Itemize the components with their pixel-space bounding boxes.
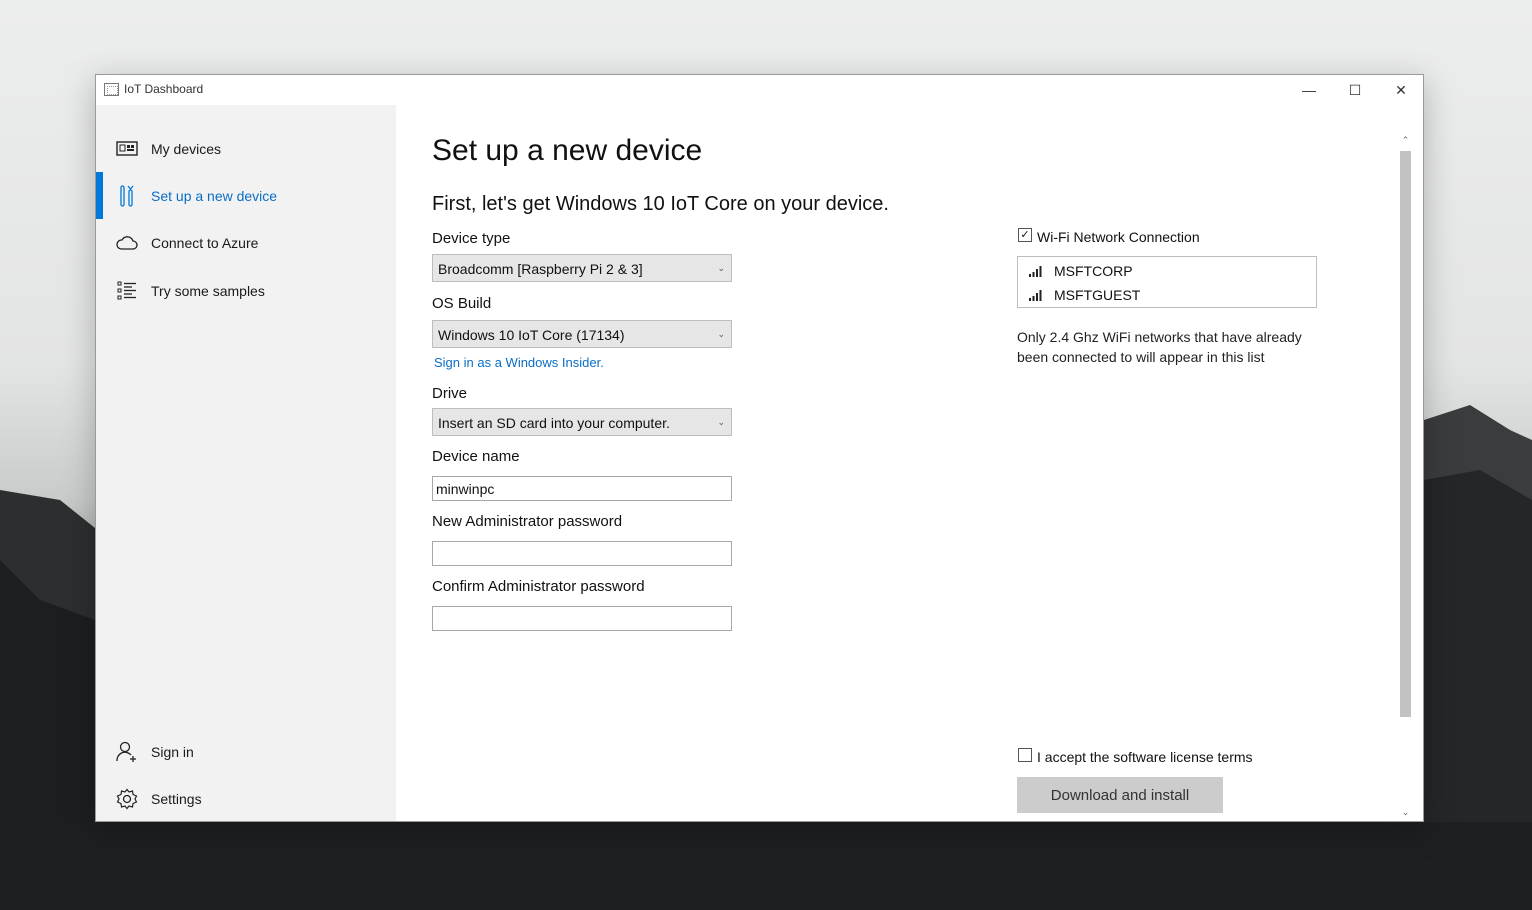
wifi-network-name: MSFTCORP bbox=[1054, 263, 1133, 279]
sidebar-nav: My devices Set up a new device Connect t… bbox=[96, 105, 396, 821]
minimize-button[interactable]: — bbox=[1286, 75, 1332, 105]
close-button[interactable]: ✕ bbox=[1378, 75, 1423, 105]
scroll-up-icon[interactable]: ⌃ bbox=[1397, 135, 1414, 149]
sidebar-item-label: Try some samples bbox=[151, 282, 265, 299]
device-name-label: Device name bbox=[432, 448, 520, 465]
download-install-button[interactable]: Download and install bbox=[1017, 777, 1223, 813]
scroll-down-icon[interactable]: ⌄ bbox=[1397, 807, 1414, 821]
sidebar-item-my-devices[interactable]: My devices bbox=[96, 125, 396, 172]
admin-password-label: New Administrator password bbox=[432, 513, 623, 530]
vertical-scrollbar[interactable]: ⌃ ⌄ bbox=[1397, 135, 1414, 821]
device-type-value: Broadcomm [Raspberry Pi 2 & 3] bbox=[438, 261, 643, 277]
license-label: I accept the software license terms bbox=[1037, 749, 1253, 765]
device-type-label: Device type bbox=[432, 230, 511, 247]
wifi-signal-icon bbox=[1029, 266, 1042, 277]
windows-insider-link[interactable]: Sign in as a Windows Insider. bbox=[434, 355, 604, 370]
sidebar-item-connect-azure[interactable]: Connect to Azure bbox=[96, 219, 396, 266]
drive-value: Insert an SD card into your computer. bbox=[438, 415, 670, 431]
wifi-checkbox[interactable]: ✓ bbox=[1018, 228, 1032, 242]
title-bar: IoT Dashboard — ☐ ✕ bbox=[96, 75, 1423, 105]
app-icon bbox=[104, 83, 119, 96]
license-checkbox[interactable] bbox=[1018, 748, 1032, 762]
window-title: IoT Dashboard bbox=[124, 82, 204, 96]
wifi-network-list: MSFTCORP MSFTGUEST bbox=[1017, 256, 1317, 308]
admin-password-field[interactable] bbox=[432, 541, 732, 566]
confirm-password-label: Confirm Administrator password bbox=[432, 578, 645, 595]
list-icon bbox=[115, 279, 139, 303]
sidebar-item-settings[interactable]: Settings bbox=[96, 775, 396, 821]
sidebar-item-label: Sign in bbox=[151, 743, 194, 760]
gear-icon bbox=[115, 787, 139, 811]
wifi-label: Wi-Fi Network Connection bbox=[1037, 229, 1200, 245]
chevron-down-icon: ⌄ bbox=[717, 263, 725, 273]
sidebar-item-label: Connect to Azure bbox=[151, 234, 259, 251]
list-item[interactable]: MSFTCORP bbox=[1028, 260, 1133, 282]
cloud-icon bbox=[115, 231, 139, 255]
confirm-password-field[interactable] bbox=[432, 606, 732, 631]
sidebar-item-label: Set up a new device bbox=[151, 187, 278, 204]
page-subtitle: First, let's get Windows 10 IoT Core on … bbox=[432, 193, 889, 215]
device-type-select[interactable]: Broadcomm [Raspberry Pi 2 & 3] ⌄ bbox=[432, 254, 732, 282]
chevron-down-icon: ⌄ bbox=[717, 417, 725, 427]
sidebar-item-try-samples[interactable]: Try some samples bbox=[96, 267, 396, 314]
main-content: Set up a new device First, let's get Win… bbox=[396, 105, 1423, 821]
app-window: IoT Dashboard — ☐ ✕ My devices Set up a … bbox=[95, 74, 1424, 822]
add-user-icon bbox=[115, 740, 139, 764]
os-build-value: Windows 10 IoT Core (17134) bbox=[438, 327, 625, 343]
scroll-thumb[interactable] bbox=[1400, 151, 1411, 717]
device-name-field[interactable] bbox=[432, 476, 732, 501]
chevron-down-icon: ⌄ bbox=[717, 329, 725, 339]
maximize-button[interactable]: ☐ bbox=[1332, 75, 1378, 105]
sidebar-item-sign-in[interactable]: Sign in bbox=[96, 728, 396, 775]
devices-icon bbox=[115, 137, 139, 161]
sidebar-item-label: My devices bbox=[151, 140, 222, 157]
os-build-select[interactable]: Windows 10 IoT Core (17134) ⌄ bbox=[432, 320, 732, 348]
sidebar-item-setup-device[interactable]: Set up a new device bbox=[96, 172, 396, 219]
os-build-label: OS Build bbox=[432, 295, 492, 312]
setup-icon bbox=[115, 184, 139, 208]
sidebar-item-label: Settings bbox=[151, 790, 202, 807]
drive-select[interactable]: Insert an SD card into your computer. ⌄ bbox=[432, 408, 732, 436]
wifi-note: Only 2.4 Ghz WiFi networks that have alr… bbox=[1017, 329, 1302, 365]
wifi-signal-icon bbox=[1029, 290, 1042, 301]
list-item[interactable]: MSFTGUEST bbox=[1028, 284, 1140, 306]
page-title: Set up a new device bbox=[432, 134, 703, 167]
wifi-network-name: MSFTGUEST bbox=[1054, 287, 1141, 303]
drive-label: Drive bbox=[432, 385, 468, 402]
